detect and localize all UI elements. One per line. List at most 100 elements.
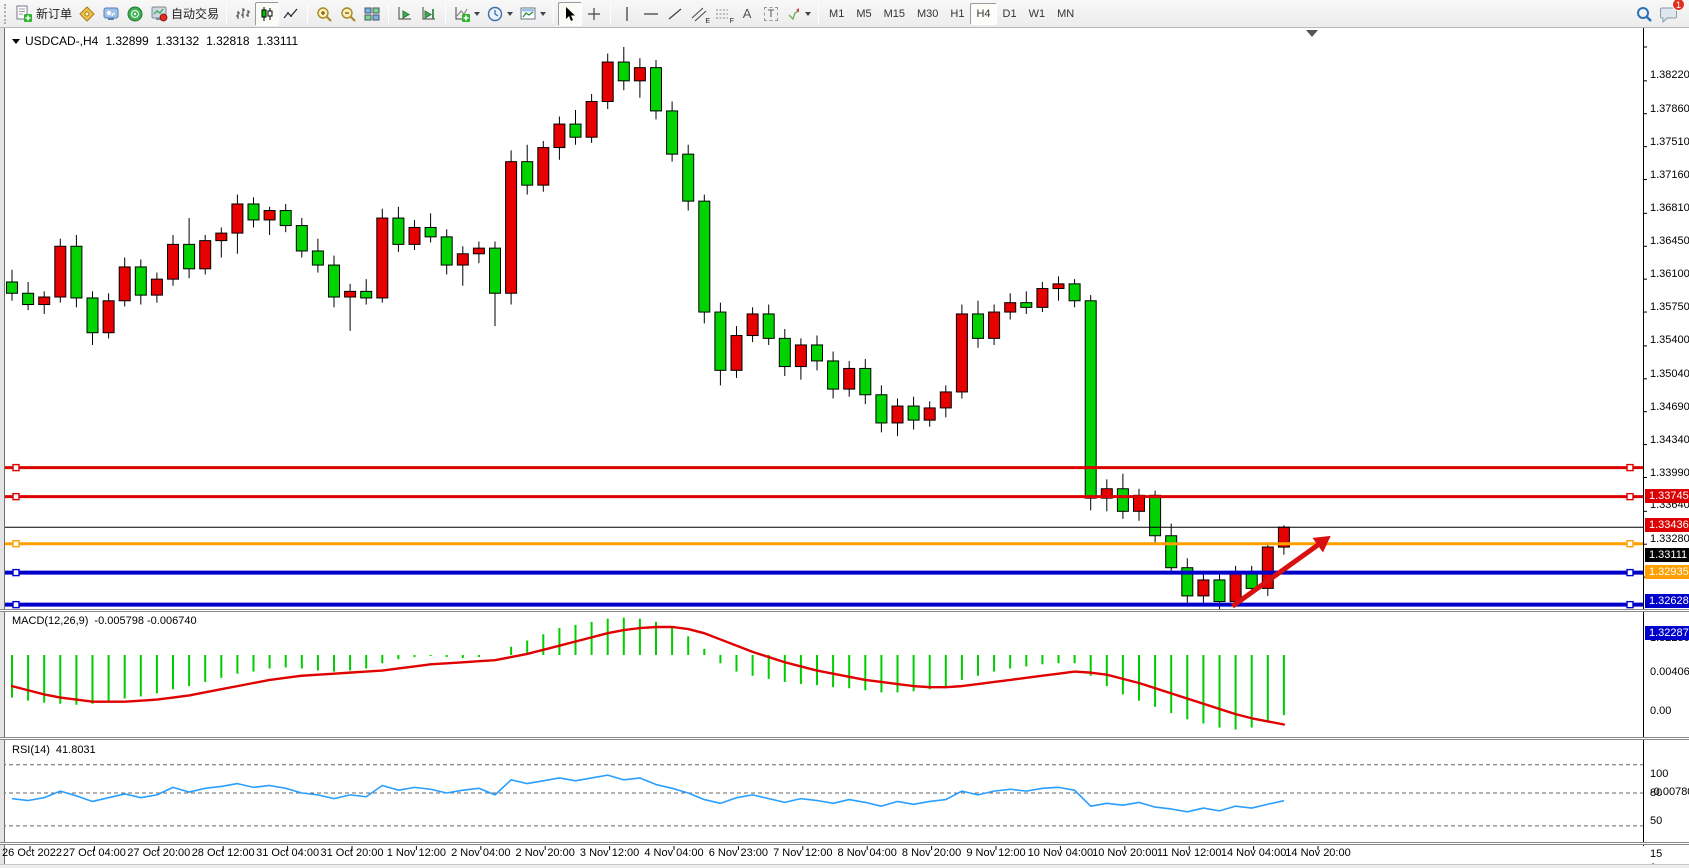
line-handle[interactable]: [13, 541, 19, 547]
chart-shift-marker[interactable]: [1306, 30, 1318, 37]
equidistant-channel-tool-button[interactable]: E: [687, 2, 711, 26]
bar-chart-button[interactable]: [231, 2, 255, 26]
templates-button[interactable]: [516, 2, 549, 26]
timeframe-d1-button[interactable]: D1: [997, 3, 1023, 25]
text-tool-button[interactable]: A: [735, 2, 759, 26]
signals-button[interactable]: [123, 2, 147, 26]
auto-scroll-button[interactable]: [393, 2, 417, 26]
trendline-tool-button[interactable]: [663, 2, 687, 26]
timeframe-h1-button[interactable]: H1: [944, 3, 970, 25]
rsi-label-row: RSI(14)41.8031: [12, 744, 102, 756]
notifications-button[interactable]: 1: [1656, 2, 1681, 26]
timeframe-m1-button[interactable]: M1: [823, 3, 850, 25]
line-handle[interactable]: [1627, 602, 1633, 608]
horizontal-line-icon: [643, 6, 659, 22]
horizontal-line-tool-button[interactable]: [639, 2, 663, 26]
candle-body: [956, 314, 967, 392]
line-handle[interactable]: [1627, 494, 1633, 500]
rsi-axis-label: 15: [1650, 848, 1662, 860]
candle-body: [135, 267, 146, 295]
line-handle[interactable]: [13, 465, 19, 471]
vertical-line-tool-button[interactable]: [615, 2, 639, 26]
chart-shift-button[interactable]: [417, 2, 441, 26]
timeframe-h4-button[interactable]: H4: [970, 3, 996, 25]
candle-body: [522, 162, 533, 185]
notification-badge: 1: [1672, 0, 1685, 11]
cursor-tool-button[interactable]: [558, 2, 582, 26]
pane-separator[interactable]: [0, 609, 1689, 612]
timeframe-m30-button[interactable]: M30: [911, 3, 944, 25]
chart-close-value: 1.33111: [257, 34, 299, 48]
candle-body: [280, 211, 291, 226]
toolbar-right: 1: [1632, 2, 1685, 26]
fibonacci-tool-button[interactable]: F: [711, 2, 735, 26]
macd-indicator-values: -0.005798 -0.006740: [94, 615, 196, 627]
arrows-tool-button[interactable]: [783, 2, 814, 26]
crosshair-tool-button[interactable]: [582, 2, 606, 26]
text-label-icon: T: [764, 7, 779, 21]
price-tag: 1.32935: [1645, 565, 1689, 579]
periods-clock-icon: [486, 5, 504, 23]
macd-axis-label: 0.004066: [1650, 666, 1689, 678]
text-label-tool-button[interactable]: T: [759, 2, 783, 26]
candle-body: [473, 248, 484, 254]
quotes-button[interactable]: [75, 2, 99, 26]
templates-dropdown-icon[interactable]: [540, 12, 546, 16]
candle-body: [989, 312, 1000, 338]
line-handle[interactable]: [13, 494, 19, 500]
autotrading-button[interactable]: 自动交易: [147, 2, 222, 26]
candle-body: [87, 298, 98, 333]
timeframe-mn-button[interactable]: MN: [1051, 3, 1080, 25]
timeframe-w1-button[interactable]: W1: [1023, 3, 1052, 25]
candle-body: [23, 293, 34, 304]
candle-body: [329, 265, 340, 297]
chart-high-value: 1.33132: [156, 34, 199, 48]
pane-separator[interactable]: [0, 737, 1689, 740]
candle-body: [200, 241, 211, 269]
search-button[interactable]: [1632, 2, 1656, 26]
candle-body: [844, 368, 855, 389]
line-handle[interactable]: [1627, 465, 1633, 471]
periods-button[interactable]: [483, 2, 516, 26]
arrows-dropdown-icon[interactable]: [805, 12, 811, 16]
candle-body: [71, 246, 82, 298]
indicators-button[interactable]: [450, 2, 483, 26]
chart-symbol-period: USDCAD-,H4: [25, 34, 98, 48]
tile-windows-button[interactable]: [360, 2, 384, 26]
line-handle[interactable]: [1627, 570, 1633, 576]
time-axis-label: 28 Oct 12:00: [192, 847, 255, 859]
candle-body: [361, 291, 372, 298]
time-axis-label: 27 Oct 04:00: [63, 847, 126, 859]
line-handle[interactable]: [1627, 541, 1633, 547]
chart-canvas[interactable]: [0, 28, 1689, 868]
candlestick-chart-button[interactable]: [255, 2, 279, 26]
candle-body: [1230, 573, 1241, 601]
price-tick-label: 1.35750: [1650, 301, 1689, 313]
candle-body: [441, 237, 452, 265]
indicators-dropdown-icon[interactable]: [474, 12, 480, 16]
trend-arrow-shaft[interactable]: [1232, 545, 1317, 606]
time-axis-label: 26 Oct 2022: [2, 847, 62, 859]
line-handle[interactable]: [13, 602, 19, 608]
candle-body: [667, 111, 678, 154]
line-chart-button[interactable]: [279, 2, 303, 26]
macd-indicator-label: MACD(12,26,9): [12, 615, 88, 627]
candle-body: [377, 218, 388, 298]
line-handle[interactable]: [13, 570, 19, 576]
candle-body: [312, 251, 323, 265]
fibonacci-letter: F: [730, 18, 734, 25]
timeframe-m5-button[interactable]: M5: [850, 3, 877, 25]
new-order-button[interactable]: 新订单: [12, 2, 75, 26]
zoom-in-button[interactable]: [312, 2, 336, 26]
periods-dropdown-icon[interactable]: [507, 12, 513, 16]
rsi-axis-label: 80: [1650, 787, 1662, 799]
price-tag: 1.32287: [1645, 626, 1689, 640]
status-strip: [0, 864, 1689, 868]
symbol-dropdown-icon[interactable]: [12, 39, 20, 44]
candle-body: [103, 301, 114, 333]
zoom-out-button[interactable]: [336, 2, 360, 26]
candle-body: [715, 312, 726, 370]
price-tick-label: 1.37510: [1650, 136, 1689, 148]
community-button[interactable]: [99, 2, 123, 26]
timeframe-m15-button[interactable]: M15: [878, 3, 911, 25]
